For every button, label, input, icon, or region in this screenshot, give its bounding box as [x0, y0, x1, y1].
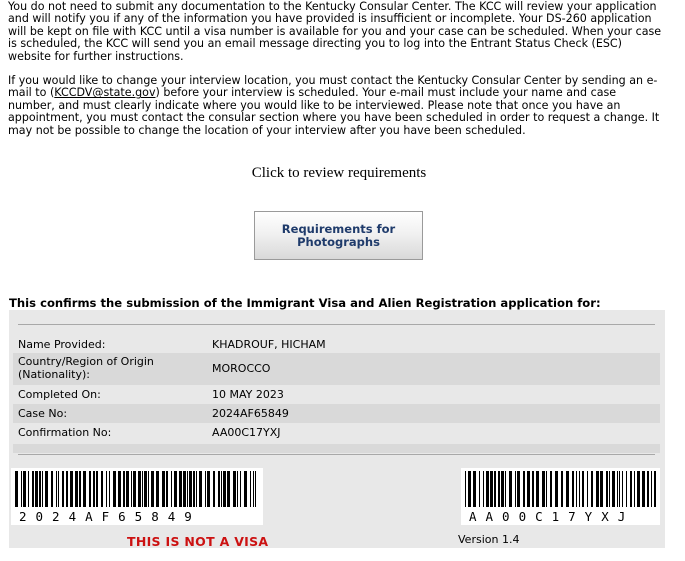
name-label: Name Provided:: [18, 338, 106, 351]
country-value: MOROCCO: [212, 362, 271, 375]
requirements-photographs-button[interactable]: Requirements for Photographs: [254, 211, 423, 260]
requirements-button-label: Requirements for Photographs: [281, 221, 396, 249]
detail-row-confirmation: Confirmation No: AA00C17YXJ: [13, 423, 660, 442]
review-requirements-text: Click to review requirements: [251, 165, 427, 181]
case-label: Case No:: [18, 407, 68, 420]
barcode-bars: [15, 471, 256, 507]
name-value: KHADROUF, HICHAM: [212, 338, 326, 351]
kcc-email-link[interactable]: KCCDV@state.gov: [54, 86, 155, 99]
barcode-bars: [465, 471, 656, 507]
spacer-row: [13, 444, 660, 453]
detail-row-country: Country/Region of Origin (Nationality): …: [13, 353, 660, 385]
divider: [18, 454, 655, 455]
country-label: Country/Region of Origin (Nationality):: [18, 355, 154, 381]
instructions-text: You do not need to submit any documentat…: [8, 0, 664, 149]
detail-row-name: Name Provided: KHADROUF, HICHAM: [13, 335, 660, 354]
instructions-paragraph-2: If you would like to change your intervi…: [8, 74, 664, 137]
confirmation-label: Confirmation No:: [18, 426, 112, 439]
instructions-paragraph-1: You do not need to submit any documentat…: [8, 0, 662, 63]
confirmation-panel: Name Provided: KHADROUF, HICHAM Country/…: [9, 310, 665, 548]
barcode-right-text: AA00C17YXJ: [469, 509, 635, 524]
case-number-barcode: 2024AF65849: [11, 468, 263, 525]
not-a-visa-warning: THIS IS NOT A VISA: [127, 534, 269, 549]
confirmation-number-barcode: AA00C17YXJ: [461, 468, 660, 525]
case-value: 2024AF65849: [212, 407, 289, 420]
confirmation-value: AA00C17YXJ: [212, 426, 281, 439]
version-label: Version 1.4: [458, 533, 520, 546]
detail-row-case: Case No: 2024AF65849: [13, 404, 660, 423]
barcode-left-text: 2024AF65849: [19, 509, 201, 524]
detail-row-completed: Completed On: 10 MAY 2023: [13, 385, 660, 404]
completed-value: 10 MAY 2023: [212, 388, 284, 401]
divider: [18, 324, 655, 325]
confirmation-heading: This confirms the submission of the Immi…: [9, 296, 601, 310]
completed-label: Completed On:: [18, 388, 101, 401]
